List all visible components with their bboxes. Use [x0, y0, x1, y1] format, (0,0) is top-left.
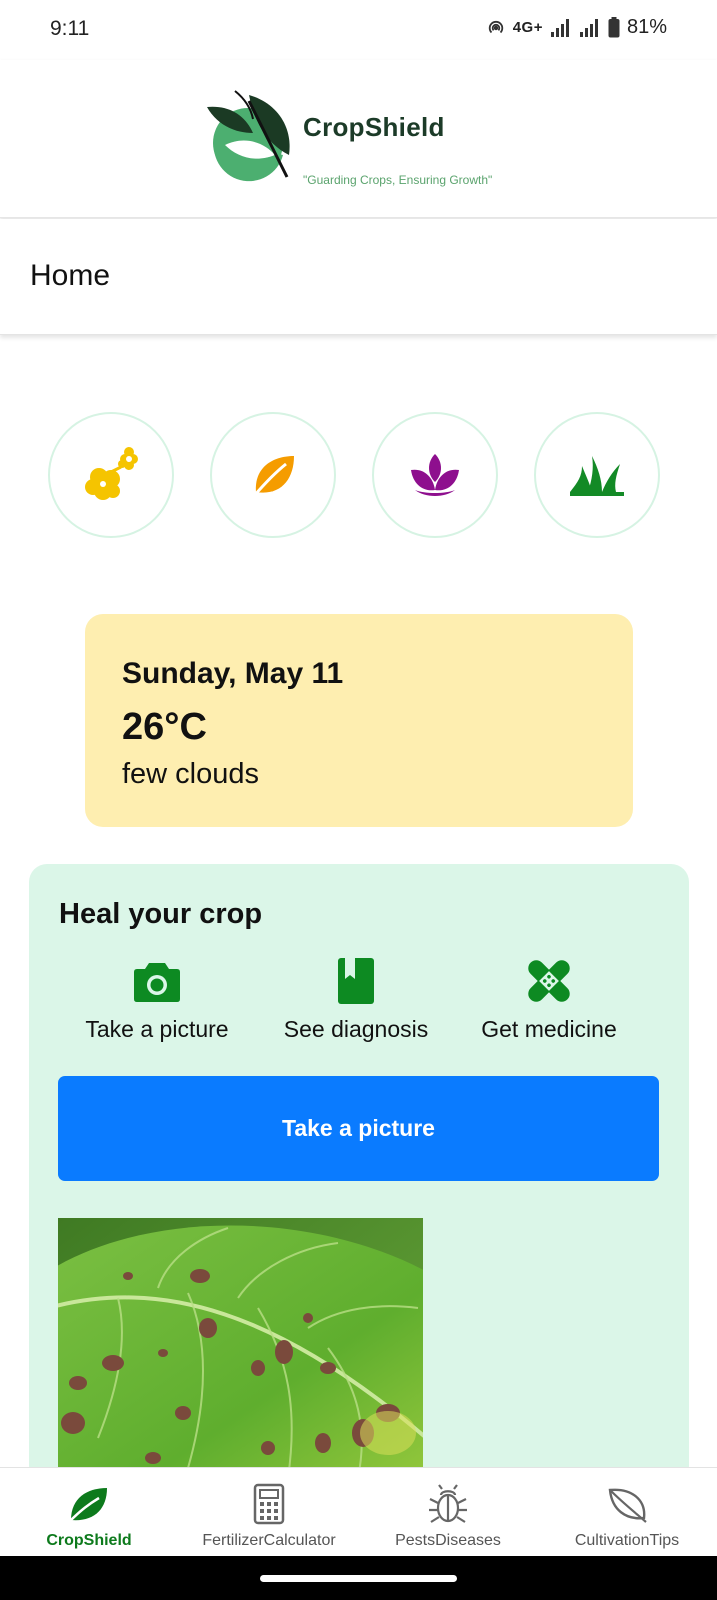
step-get-medicine: Get medicine: [444, 956, 654, 1043]
logo-leaf-icon: [207, 90, 290, 182]
crop-category-flowers[interactable]: [48, 412, 174, 538]
flowers-icon: [85, 447, 138, 500]
nav-fertilizer-calculator[interactable]: FertilizerCalculator: [189, 1468, 349, 1557]
home-gesture-pill[interactable]: [260, 1575, 457, 1582]
leaf-outline-icon: [606, 1482, 648, 1526]
nav-label-fertilizer-calculator: FertilizerCalculator: [202, 1532, 336, 1549]
app-logo: CropShield "Guarding Crops, Ensuring Gro…: [205, 85, 515, 190]
signal-icon-2: [579, 18, 601, 38]
leaf-nav-icon: [67, 1482, 111, 1526]
camera-icon: [52, 956, 262, 1006]
status-time: 9:11: [50, 17, 90, 40]
battery-percent: 81%: [626, 16, 667, 38]
network-type: 4G+: [512, 19, 543, 36]
step-label-see-diagnosis: See diagnosis: [283, 1016, 429, 1042]
signal-icon: [550, 18, 572, 38]
nav-cultivation-tips[interactable]: CultivationTips: [560, 1468, 694, 1557]
weather-card: Sunday, May 11 26°C few clouds: [85, 614, 633, 827]
bottom-nav: CropShield FertilizerCalculator PestsDis…: [0, 1467, 717, 1556]
crop-category-lotus[interactable]: [372, 412, 498, 538]
weather-temperature: 26°C: [122, 706, 207, 748]
book-icon: [251, 956, 461, 1006]
heal-crop-card: Heal your crop Take a picture See diagno…: [29, 864, 689, 1484]
step-label-take-picture: Take a picture: [85, 1016, 229, 1042]
calculator-icon: [253, 1482, 285, 1526]
battery-icon: [608, 17, 620, 38]
bandage-icon: [444, 956, 654, 1006]
weather-description: few clouds: [122, 758, 260, 790]
leaf-icon: [252, 456, 294, 497]
nav-label-cultivation-tips: CultivationTips: [574, 1532, 680, 1549]
app-header: CropShield "Guarding Crops, Ensuring Gro…: [0, 60, 717, 218]
heal-title: Heal your crop: [59, 898, 263, 930]
bug-icon: [427, 1482, 469, 1526]
step-see-diagnosis: See diagnosis: [251, 956, 461, 1043]
weather-date: Sunday, May 11: [122, 657, 344, 690]
app-tagline: "Guarding Crops, Ensuring Growth": [303, 173, 493, 187]
step-take-picture: Take a picture: [52, 956, 262, 1043]
status-icons: 4G+ 81%: [486, 16, 667, 39]
crop-category-leaf[interactable]: [210, 412, 336, 538]
system-navigation-bar: [0, 1556, 717, 1600]
step-label-get-medicine: Get medicine: [481, 1016, 617, 1042]
app-name: CropShield: [303, 112, 445, 142]
nav-cropshield[interactable]: CropShield: [30, 1468, 148, 1557]
status-bar: 9:11 4G+ 81%: [0, 0, 717, 60]
diseased-leaf-image: [58, 1218, 423, 1484]
nav-label-cropshield: CropShield: [46, 1532, 132, 1549]
hotspot-icon: [486, 18, 506, 38]
crop-category-grass[interactable]: [534, 412, 660, 538]
crop-category-row: [0, 412, 717, 542]
nav-pests-diseases[interactable]: PestsDiseases: [381, 1468, 515, 1557]
page-title-bar: Home: [0, 219, 717, 335]
nav-label-pests-diseases: PestsDiseases: [395, 1532, 501, 1549]
lotus-icon: [411, 454, 459, 496]
grass-icon: [570, 456, 624, 496]
take-picture-button[interactable]: Take a picture: [58, 1076, 659, 1181]
page-title: Home: [30, 259, 111, 292]
